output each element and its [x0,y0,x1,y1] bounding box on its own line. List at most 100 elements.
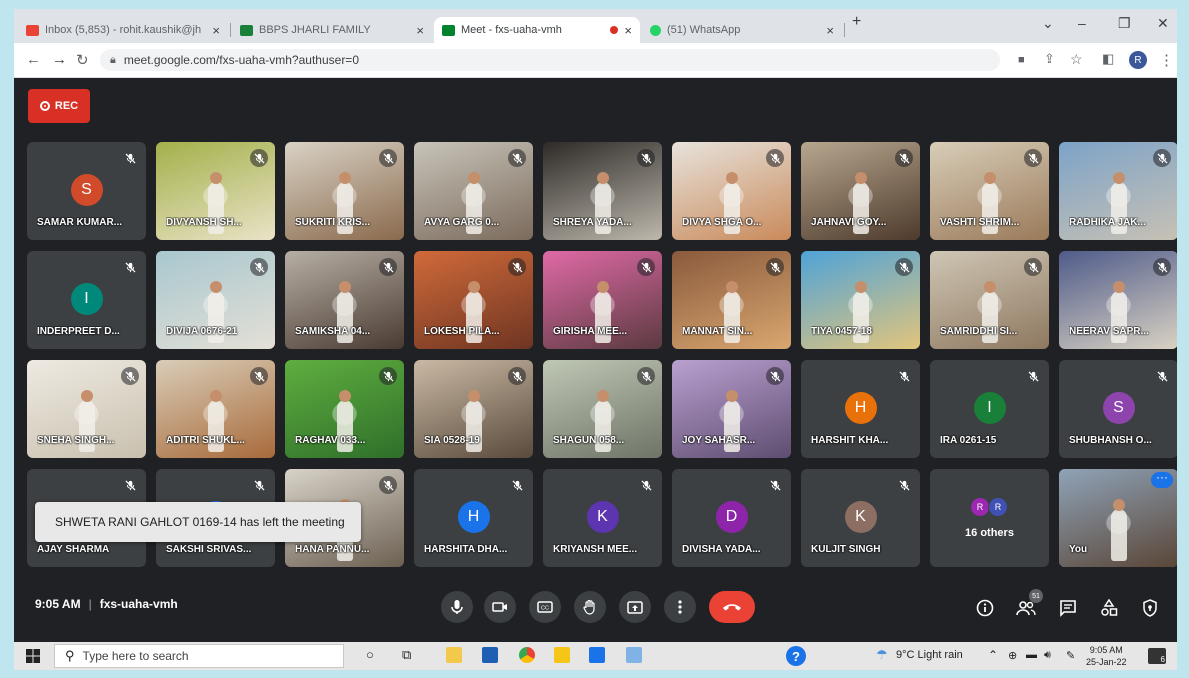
participant-tile[interactable]: SHREYA YADA... [543,142,662,240]
bookmark-star-icon[interactable]: ☆ [1070,51,1083,68]
mic-off-icon [508,476,526,494]
participant-name: KULJIT SINGH [811,544,881,555]
participant-tile[interactable]: I IRA 0261-15 [930,360,1049,458]
side-panel-icon[interactable]: ◧ [1102,51,1114,67]
chrome-icon[interactable] [519,647,535,663]
tab-close-icon[interactable]: × [826,23,834,38]
volume-icon[interactable]: 🔊︎ [1044,649,1051,662]
captions-button[interactable]: CC [529,591,561,623]
participant-tile[interactable]: JAHNAVI GOY... [801,142,920,240]
leave-call-button[interactable] [709,591,755,623]
participant-tile[interactable]: AVYA GARG 0... [414,142,533,240]
reload-icon[interactable]: ↻ [76,51,89,69]
participant-tile[interactable]: RAGHAV 033... [285,360,404,458]
mic-icon [451,600,463,614]
participant-tile[interactable]: LOKESH PILA... [414,251,533,349]
file-explorer-icon[interactable] [446,647,462,663]
raise-hand-button[interactable] [574,591,606,623]
pen-icon[interactable]: ✎ [1066,649,1075,662]
participant-tile[interactable]: SIA 0528-19 [414,360,533,458]
participant-tile[interactable]: RADHIKA JAK... [1059,142,1177,240]
participant-tile[interactable]: S SAMAR KUMAR... [27,142,146,240]
taskbar-clock[interactable]: 9:05 AM 25-Jan-22 [1086,644,1127,668]
activities-button[interactable] [1098,597,1120,619]
tab-meet[interactable]: Meet - fxs-uaha-vmh × [434,17,640,43]
cortana-icon[interactable]: ○ [366,647,374,662]
participant-tile[interactable]: I INDERPREET D... [27,251,146,349]
tab-gmail[interactable]: Inbox (5,853) - rohit.kaushik@jh × [18,17,228,43]
participant-tile[interactable]: SNEHA SINGH... [27,360,146,458]
participant-tile[interactable]: VASHTI SHRIM... [930,142,1049,240]
mail-icon[interactable] [589,647,605,663]
participant-tile[interactable]: SAMRIDDHI SI... [930,251,1049,349]
participant-tile[interactable]: D DIVISHA YADA... [672,469,791,567]
battery-icon[interactable]: ▬ [1026,649,1037,661]
tab-close-icon[interactable]: × [212,23,220,38]
participant-tile[interactable]: DIVYANSH SH... [156,142,275,240]
people-button[interactable]: 51 [1015,589,1043,619]
host-controls-button[interactable] [1139,597,1161,619]
kebab-menu-icon[interactable]: ⋮ [1159,51,1174,69]
mic-button[interactable] [441,591,473,623]
participant-tile[interactable]: S SHUBHANSH O... [1059,360,1177,458]
participant-tile[interactable]: H HARSHITA DHA... [414,469,533,567]
present-button[interactable] [619,591,651,623]
back-icon[interactable]: ← [26,51,41,68]
meeting-info-button[interactable] [974,597,996,619]
tab-search-icon[interactable]: ⌄ [1042,15,1054,32]
participant-tile[interactable]: TIYA 0457-18 [801,251,920,349]
taskbar-search-input[interactable]: ⚲ Type here to search [54,644,344,668]
task-view-icon[interactable]: ⧉ [402,647,411,663]
participant-name: KRIYANSH MEE... [553,544,638,555]
participant-tile[interactable]: SAMIKSHA 04... [285,251,404,349]
close-window-button[interactable]: ✕ [1157,15,1169,32]
participant-tile[interactable]: K KRIYANSH MEE... [543,469,662,567]
share-icon[interactable]: ⇪ [1044,51,1055,67]
weather-text[interactable]: 9°C Light rain [896,649,963,661]
others-tile[interactable]: R R 16 others [930,469,1049,567]
notifications-icon[interactable]: 6 [1148,648,1166,664]
camera-in-use-icon[interactable]: ■ [1018,54,1025,66]
participant-tile[interactable]: SUKRITI KRIS... [285,142,404,240]
participant-tile[interactable]: JOY SAHASR... [672,360,791,458]
address-bar[interactable]: 🔒︎ meet.google.com/fxs-uaha-vmh?authuser… [100,49,1000,71]
app-icon[interactable] [626,647,642,663]
store-icon[interactable] [482,647,498,663]
maximize-button[interactable]: ❐ [1118,15,1131,32]
participant-tile[interactable]: ADITRI SHUKL... [156,360,275,458]
participant-tile[interactable]: H HARSHIT KHA... [801,360,920,458]
tab-close-icon[interactable]: × [416,23,424,38]
participant-tile[interactable]: NEERAV SAPR... [1059,251,1177,349]
participant-tile[interactable]: DIVYA SHGA O... [672,142,791,240]
profile-avatar[interactable]: R [1129,51,1147,69]
participant-tile[interactable]: MANNAT SIN... [672,251,791,349]
tab-whatsapp[interactable]: (51) WhatsApp × [642,17,842,43]
camera-icon [492,602,507,612]
sticky-notes-icon[interactable] [554,647,570,663]
more-options-button[interactable] [664,591,696,623]
info-icon [976,599,994,617]
windows-start-icon[interactable] [26,649,40,663]
new-tab-button[interactable]: + [852,13,861,31]
participant-tile[interactable]: GIRISHA MEE... [543,251,662,349]
camera-button[interactable] [484,591,516,623]
chat-button[interactable] [1057,597,1079,619]
help-icon[interactable]: ? [786,646,806,666]
network-icon[interactable]: ⊕ [1008,649,1017,662]
self-more-options-icon[interactable]: ··· [1151,471,1173,488]
participant-name: SIA 0528-19 [424,435,480,446]
tab-close-icon[interactable]: × [624,23,632,38]
participant-tile[interactable]: SHAGUN 058... [543,360,662,458]
participant-tile[interactable]: K KULJIT SINGH [801,469,920,567]
tray-chevron-icon[interactable]: ⌃ [988,648,998,662]
tab-title: (51) WhatsApp [667,24,741,36]
video-feed-head [725,390,738,402]
self-view-tile[interactable]: You ··· [1059,469,1177,567]
minimize-button[interactable]: – [1078,15,1086,31]
tab-bbps[interactable]: BBPS JHARLI FAMILY × [232,17,432,43]
forward-icon[interactable]: → [52,51,67,68]
participant-tile[interactable]: DIVIJA 0676-21 [156,251,275,349]
video-feed-head [467,281,480,293]
participant-name: JOY SAHASR... [682,435,756,446]
participant-name: GIRISHA MEE... [553,326,628,337]
